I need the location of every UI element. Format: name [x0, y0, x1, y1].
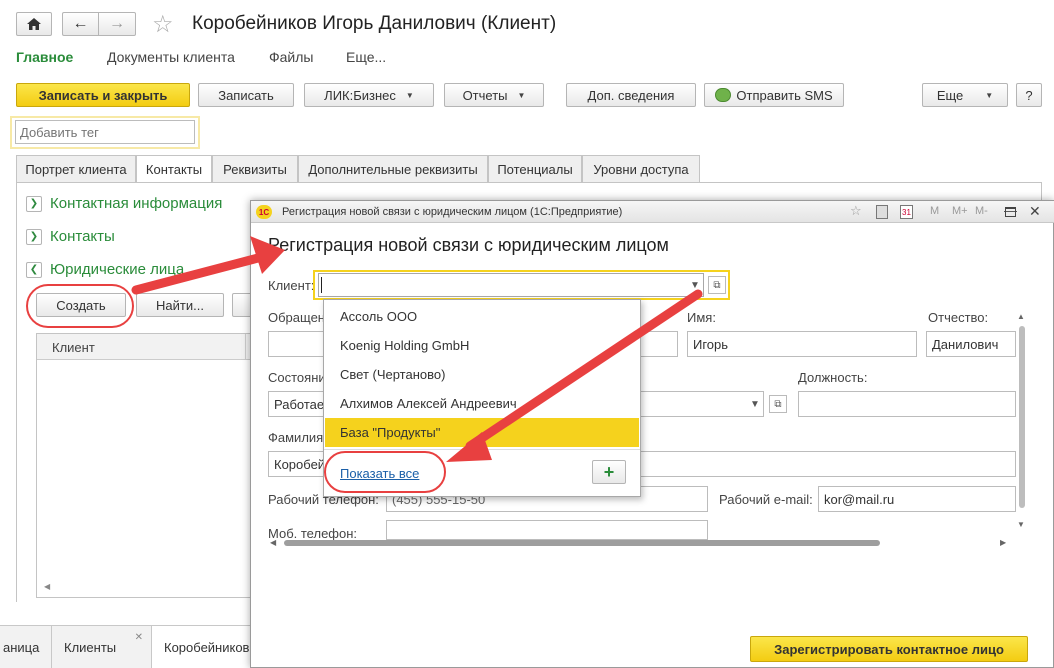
- arrow-to-client-field: [131, 253, 263, 295]
- arrow-to-show-all: [465, 289, 703, 451]
- annotation-arrows: [131, 236, 703, 462]
